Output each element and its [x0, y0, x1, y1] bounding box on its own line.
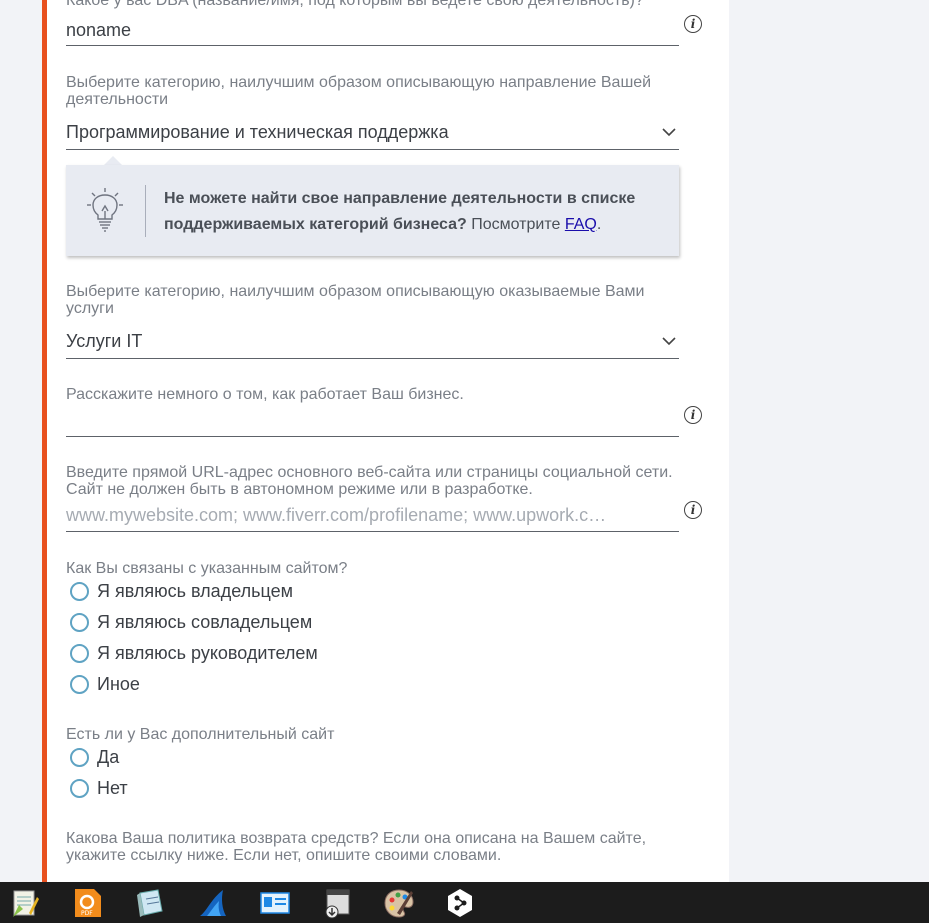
notes-app-icon[interactable] — [134, 887, 166, 919]
radio-button[interactable] — [70, 612, 89, 632]
radio-button[interactable] — [70, 643, 89, 663]
page-right-background — [729, 0, 929, 882]
radio-owner[interactable]: Я являюсь владельцем — [70, 580, 293, 602]
deepl-icon[interactable] — [444, 887, 476, 919]
radio-co-owner-label: Я являюсь совладельцем — [97, 611, 313, 632]
radio-other-label: Иное — [97, 673, 140, 694]
dba-input[interactable]: noname — [66, 20, 131, 40]
radio-manager[interactable]: Я являюсь руководителем — [70, 642, 318, 664]
website-input[interactable]: www.mywebsite.com; www.fiverr.com/profil… — [66, 505, 626, 525]
radio-manager-label: Я являюсь руководителем — [97, 642, 318, 663]
dba-info-icon[interactable]: i — [684, 15, 702, 33]
installer-icon[interactable] — [321, 887, 353, 919]
windows-taskbar: PDF — [0, 882, 929, 923]
services-category-select[interactable]: Услуги IT — [66, 331, 142, 351]
id-card-icon[interactable] — [259, 887, 291, 919]
chevron-down-icon[interactable] — [662, 127, 676, 137]
business-description-info-icon[interactable]: i — [684, 406, 702, 424]
pdf-app-icon[interactable]: PDF — [72, 887, 104, 919]
radio-button[interactable] — [70, 581, 89, 601]
website-underline — [66, 531, 679, 532]
business-description-input[interactable] — [66, 410, 666, 432]
radio-no-label: Нет — [97, 777, 128, 798]
svg-text:PDF: PDF — [81, 910, 93, 917]
radio-button[interactable] — [70, 747, 89, 767]
paint-palette-icon[interactable] — [383, 887, 415, 919]
dba-underline — [66, 45, 679, 46]
refund-policy-label: Какова Ваша политика возврата средств? Е… — [66, 830, 647, 864]
lightbulb-icon — [87, 188, 123, 232]
business-category-underline — [66, 149, 679, 150]
business-category-label: Выберите категорию, наилучшим образом оп… — [66, 74, 652, 108]
services-category-underline — [66, 358, 679, 359]
tip-normal-text: Посмотрите — [466, 216, 565, 233]
chevron-down-icon[interactable] — [662, 336, 676, 346]
services-category-label: Выберите категорию, наилучшим образом оп… — [66, 283, 645, 317]
website-info-icon[interactable]: i — [684, 501, 702, 519]
notepad-plus-icon[interactable] — [9, 887, 41, 919]
radio-button[interactable] — [70, 778, 89, 798]
tip-text: Не можете найти свое направление деятель… — [164, 186, 664, 238]
page-left-background — [0, 0, 42, 882]
radio-button[interactable] — [70, 674, 89, 694]
radio-yes[interactable]: Да — [70, 746, 119, 768]
radio-other[interactable]: Иное — [70, 673, 140, 695]
business-description-underline — [66, 436, 679, 437]
dba-label: Какое у вас DBA (название/имя, под котор… — [66, 0, 644, 9]
business-category-select[interactable]: Программирование и техническая поддержка — [66, 122, 449, 142]
radio-owner-label: Я являюсь владельцем — [97, 580, 293, 601]
radio-no[interactable]: Нет — [70, 777, 128, 799]
radio-co-owner[interactable]: Я являюсь совладельцем — [70, 611, 312, 633]
radio-yes-label: Да — [97, 746, 120, 767]
business-description-label: Расскажите немного о том, как работает В… — [66, 386, 464, 403]
relation-label: Как Вы связаны с указанным сайтом? — [66, 560, 348, 577]
website-label: Введите прямой URL-адрес основного веб-с… — [66, 464, 673, 498]
tip-end: . — [596, 216, 602, 233]
additional-site-label: Есть ли у Вас дополнительный сайт — [66, 726, 335, 743]
tip-separator — [145, 185, 146, 237]
shark-app-icon[interactable] — [197, 887, 229, 919]
faq-link[interactable]: FAQ — [565, 216, 597, 233]
